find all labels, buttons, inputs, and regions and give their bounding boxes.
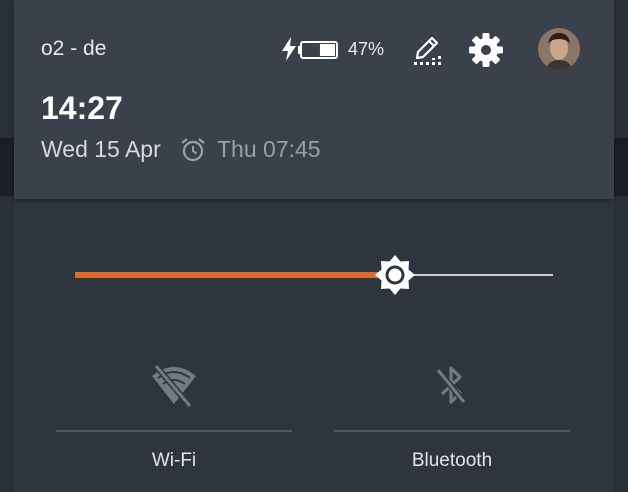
bluetooth-off-icon bbox=[435, 366, 467, 404]
background-left-bar bbox=[0, 138, 14, 196]
edit-icon[interactable] bbox=[412, 32, 442, 66]
battery-percentage: 47% bbox=[348, 39, 385, 59]
bluetooth-tile-label: Bluetooth bbox=[411, 450, 493, 471]
avatar-image bbox=[538, 28, 580, 70]
charging-bolt-icon bbox=[282, 37, 296, 61]
next-alarm-time[interactable]: Thu 07:45 bbox=[217, 136, 321, 163]
brightness-slider[interactable] bbox=[75, 255, 553, 295]
wifi-tile[interactable]: Wi-Fi bbox=[56, 360, 292, 480]
bluetooth-tile-divider bbox=[334, 430, 570, 432]
carrier-label: o2 - de bbox=[41, 37, 107, 60]
background-right-bar bbox=[614, 138, 628, 196]
brightness-slider-fill bbox=[75, 272, 396, 278]
background-right-edge bbox=[614, 0, 628, 492]
background-left-edge bbox=[0, 0, 14, 492]
wifi-off-icon bbox=[152, 364, 196, 408]
brightness-sun-thumb-icon[interactable] bbox=[375, 255, 416, 295]
alarm-clock-icon bbox=[181, 138, 205, 162]
quick-settings-header: o2 - de 47% 14:27 Wed 15 Apr Thu 07:45 bbox=[14, 0, 614, 199]
settings-gear-icon[interactable] bbox=[467, 31, 505, 69]
wifi-tile-divider bbox=[56, 430, 292, 432]
bluetooth-tile[interactable]: Bluetooth bbox=[334, 360, 570, 480]
battery-icon bbox=[298, 41, 338, 59]
wifi-tile-label: Wi-Fi bbox=[151, 450, 197, 471]
date-label[interactable]: Wed 15 Apr bbox=[41, 136, 161, 163]
user-avatar[interactable] bbox=[538, 28, 580, 70]
clock-time[interactable]: 14:27 bbox=[41, 90, 123, 127]
notification-shade: o2 - de 47% 14:27 Wed 15 Apr Thu 07:45 W… bbox=[14, 0, 614, 492]
